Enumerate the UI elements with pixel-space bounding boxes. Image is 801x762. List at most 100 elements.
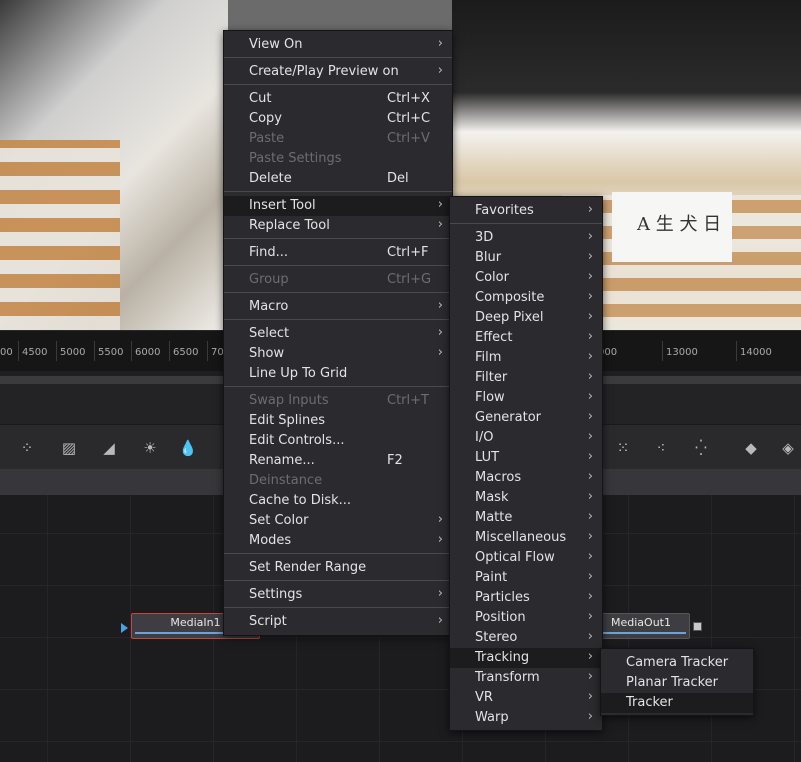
submenu-item-particles[interactable]: Particles › [450,588,602,608]
menu-item-label: Edit Controls... [249,433,345,448]
submenu-item-mask[interactable]: Mask › [450,488,602,508]
menu-item-delete[interactable]: Delete Del [224,169,452,189]
menu-item-label: Create/Play Preview on [249,64,399,79]
particles-icon[interactable]: ⁘ [16,437,38,459]
chevron-right-icon: › [587,649,593,664]
menu-separator [224,580,452,581]
menu-item-cache-to-disk[interactable]: Cache to Disk... [224,491,452,511]
submenu-item-vr[interactable]: VR › [450,688,602,708]
menu-item-label: Transform [475,670,540,685]
chevron-right-icon: › [437,613,443,628]
menu-item-cut[interactable]: Cut Ctrl+X [224,89,452,109]
chevron-right-icon: › [587,689,593,704]
submenu-item-stereo[interactable]: Stereo › [450,628,602,648]
menu-item-swap-inputs: Swap Inputs Ctrl+T [224,391,452,411]
submenu-item-favorites[interactable]: Favorites › [450,201,602,221]
submenu-item-deep-pixel[interactable]: Deep Pixel › [450,308,602,328]
menu-item-label: Optical Flow [475,550,555,565]
submenu-item-composite[interactable]: Composite › [450,288,602,308]
submenu-item-miscellaneous[interactable]: Miscellaneous › [450,528,602,548]
brightness-icon[interactable]: ☀ [139,437,161,459]
menu-item-label: Set Render Range [249,560,367,575]
curves-grid-icon[interactable]: ▨ [58,437,80,459]
menu-item-edit-splines[interactable]: Edit Splines [224,411,452,431]
submenu-item-paint[interactable]: Paint › [450,568,602,588]
menu-item-shortcut: F2 [387,453,403,468]
submenu-item-transform[interactable]: Transform › [450,668,602,688]
menu-item-label: Set Color [249,513,309,528]
menu-item-label: Warp [475,710,509,725]
menu-item-modes[interactable]: Modes › [224,531,452,551]
submenu-item-tracking[interactable]: Tracking › [450,648,602,668]
menu-item-group: Group Ctrl+G [224,270,452,290]
node-media-out[interactable]: MediaOut1 [592,613,690,639]
chevron-right-icon: › [587,609,593,624]
menu-item-script[interactable]: Script › [224,612,452,632]
ruler-tick: 00 [0,347,13,358]
output-pin-icon[interactable] [693,622,702,631]
menu-item-copy[interactable]: Copy Ctrl+C [224,109,452,129]
particle-grid-icon[interactable]: ⁛ [690,437,712,459]
menu-item-label: Composite [475,290,545,305]
3d-shape-icon[interactable]: ◆ [740,437,762,459]
submenu-item-lut[interactable]: LUT › [450,448,602,468]
menu-item-macro[interactable]: Macro › [224,297,452,317]
submenu-item-position[interactable]: Position › [450,608,602,628]
chevron-right-icon: › [437,512,443,527]
menu-item-label: Stereo [475,630,518,645]
submenu-item-effect[interactable]: Effect › [450,328,602,348]
submenu-item-generator[interactable]: Generator › [450,408,602,428]
submenu-item-blur[interactable]: Blur › [450,248,602,268]
menu-item-label: Effect [475,330,513,345]
ruler-tick: 5000 [55,341,86,361]
menu-item-label: Rename... [249,453,315,468]
menu-item-line-up-to-grid[interactable]: Line Up To Grid [224,364,452,384]
menu-item-set-color[interactable]: Set Color › [224,511,452,531]
chevron-right-icon: › [587,229,593,244]
submenu-item-tracker[interactable]: Tracker [601,693,753,713]
submenu-item-flow[interactable]: Flow › [450,388,602,408]
menu-item-label: LUT [475,450,500,465]
submenu-item-i-o[interactable]: I/O › [450,428,602,448]
drop-icon[interactable]: 💧 [177,437,199,459]
menu-item-label: Show [249,346,285,361]
submenu-item-macros[interactable]: Macros › [450,468,602,488]
menu-item-edit-controls[interactable]: Edit Controls... [224,431,452,451]
menu-separator [224,238,452,239]
chevron-right-icon: › [437,345,443,360]
menu-item-paste: Paste Ctrl+V [224,129,452,149]
menu-item-select[interactable]: Select › [224,324,452,344]
color-curves-icon[interactable]: ◢ [98,437,120,459]
submenu-item-optical-flow[interactable]: Optical Flow › [450,548,602,568]
input-pin-icon[interactable] [121,623,128,633]
menu-item-find[interactable]: Find... Ctrl+F [224,243,452,263]
submenu-item-matte[interactable]: Matte › [450,508,602,528]
menu-item-replace-tool[interactable]: Replace Tool › [224,216,452,236]
menu-item-label: Edit Splines [249,413,326,428]
chevron-right-icon: › [437,325,443,340]
submenu-item-planar-tracker[interactable]: Planar Tracker [601,673,753,693]
menu-item-show[interactable]: Show › [224,344,452,364]
menu-item-view-on[interactable]: View On › [224,35,452,55]
particle-emitter-icon[interactable]: ⁙ [612,437,634,459]
menu-item-shortcut: Ctrl+T [387,393,429,408]
menu-item-label: Camera Tracker [626,655,729,670]
menu-item-set-render-range[interactable]: Set Render Range [224,558,452,578]
particle-render-icon[interactable]: ⁖ [650,437,672,459]
submenu-item-camera-tracker[interactable]: Camera Tracker [601,653,753,673]
node-label: MediaOut1 [611,616,671,629]
submenu-item-film[interactable]: Film › [450,348,602,368]
menu-item-rename[interactable]: Rename... F2 [224,451,452,471]
submenu-item-3d[interactable]: 3D › [450,228,602,248]
chevron-right-icon: › [437,298,443,313]
submenu-item-filter[interactable]: Filter › [450,368,602,388]
menu-item-label: Delete [249,171,292,186]
menu-item-settings[interactable]: Settings › [224,585,452,605]
submenu-item-color[interactable]: Color › [450,268,602,288]
chevron-right-icon: › [587,629,593,644]
menu-item-label: Insert Tool [249,198,316,213]
3d-merge-icon[interactable]: ◈ [777,437,799,459]
menu-item-insert-tool[interactable]: Insert Tool › [224,196,452,216]
menu-item-create-play-preview-on[interactable]: Create/Play Preview on › [224,62,452,82]
submenu-item-warp[interactable]: Warp › [450,708,602,728]
